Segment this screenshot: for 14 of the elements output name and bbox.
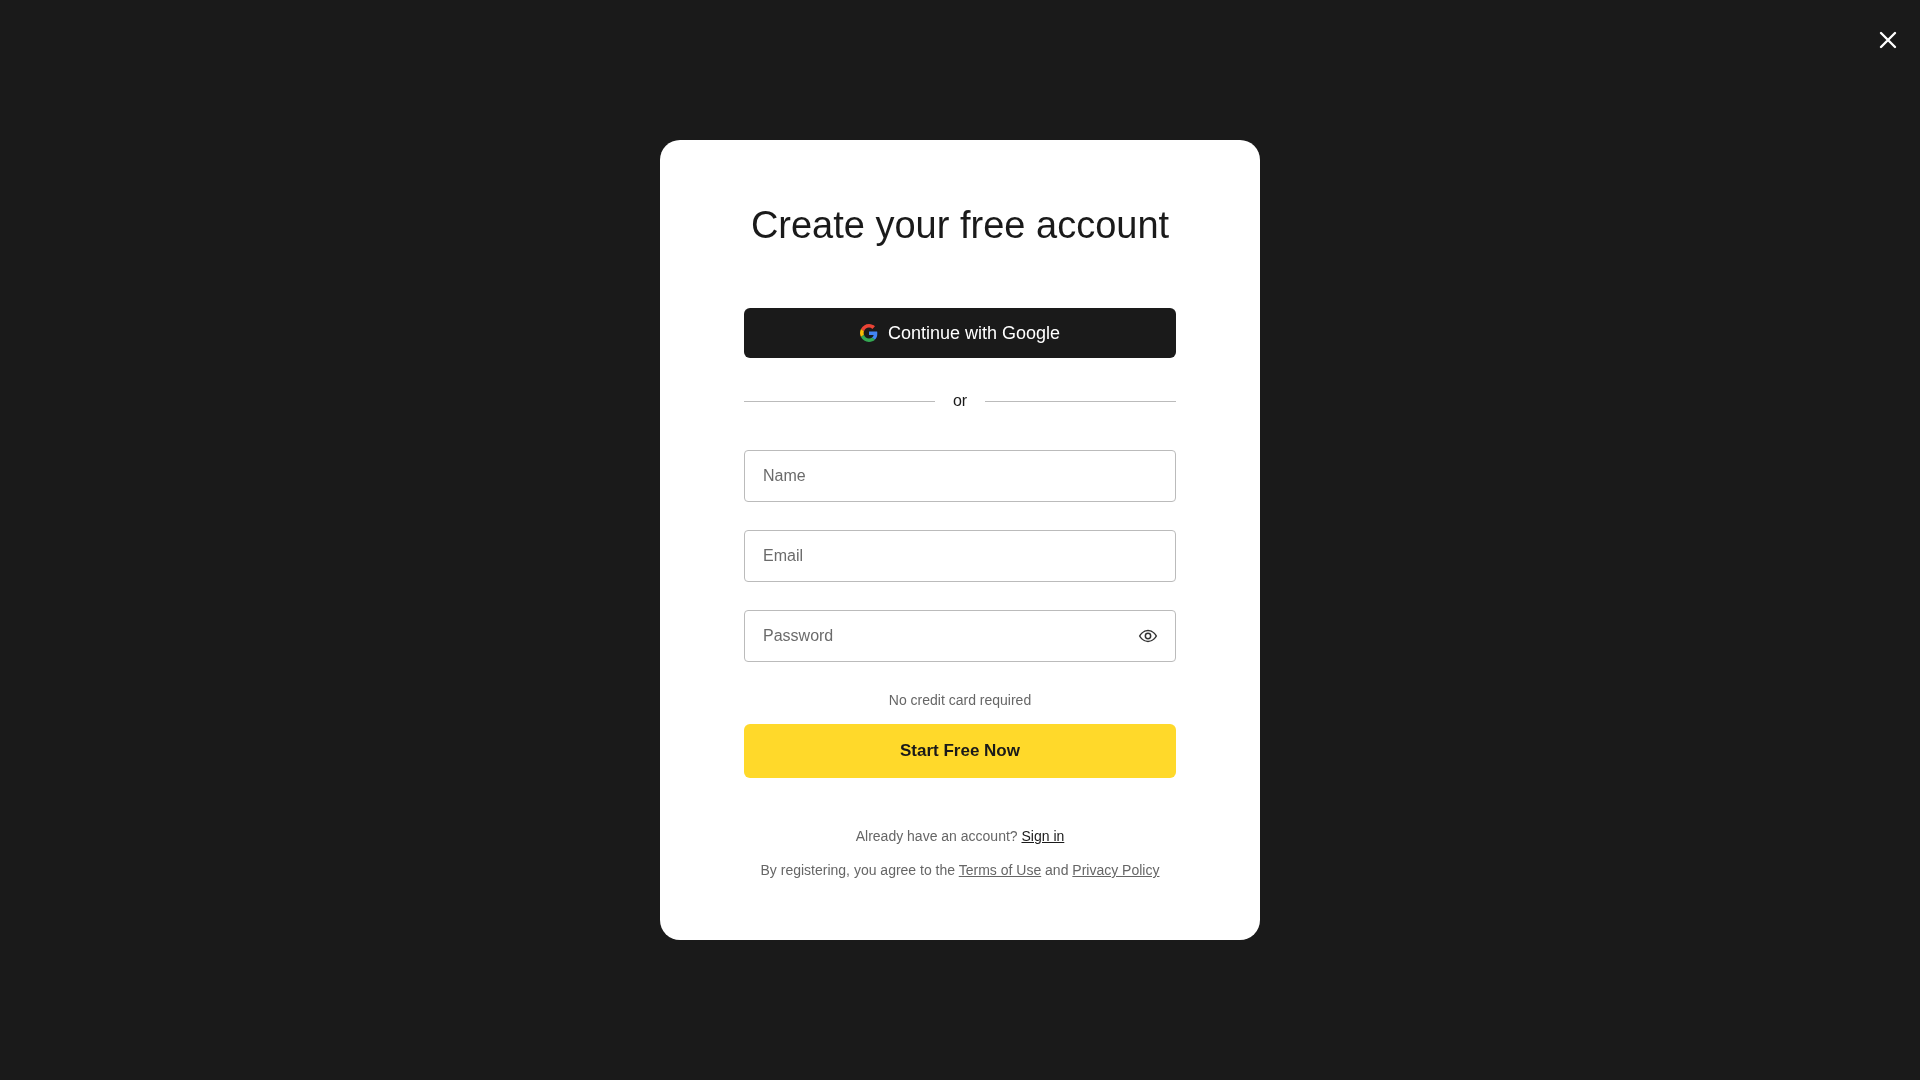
google-logo-icon (859, 324, 878, 342)
note-text: No credit card required (887, 692, 1033, 708)
legal-text: By registering, you agree to the Terms of Use and Privacy Policy (759, 862, 1161, 878)
terms-link[interactable]: Terms of Use (958, 862, 1042, 878)
sign-in-link[interactable]: Sign in (1021, 828, 1065, 844)
privacy-link[interactable]: Privacy Policy (1072, 862, 1160, 878)
input-field[interactable]: Name (744, 450, 1176, 502)
dialog-title: Create your free account (749, 203, 1171, 248)
sign-in-prompt: Already have an account? Sign in (854, 828, 1066, 844)
divider-label: or (951, 392, 969, 410)
password-field[interactable]: Password (744, 610, 1176, 662)
start-button[interactable]: Start Free Now (744, 724, 1176, 778)
email-field[interactable]: Email (744, 530, 1176, 582)
google-sign-in-button[interactable]: Continue with Google (744, 308, 1176, 358)
